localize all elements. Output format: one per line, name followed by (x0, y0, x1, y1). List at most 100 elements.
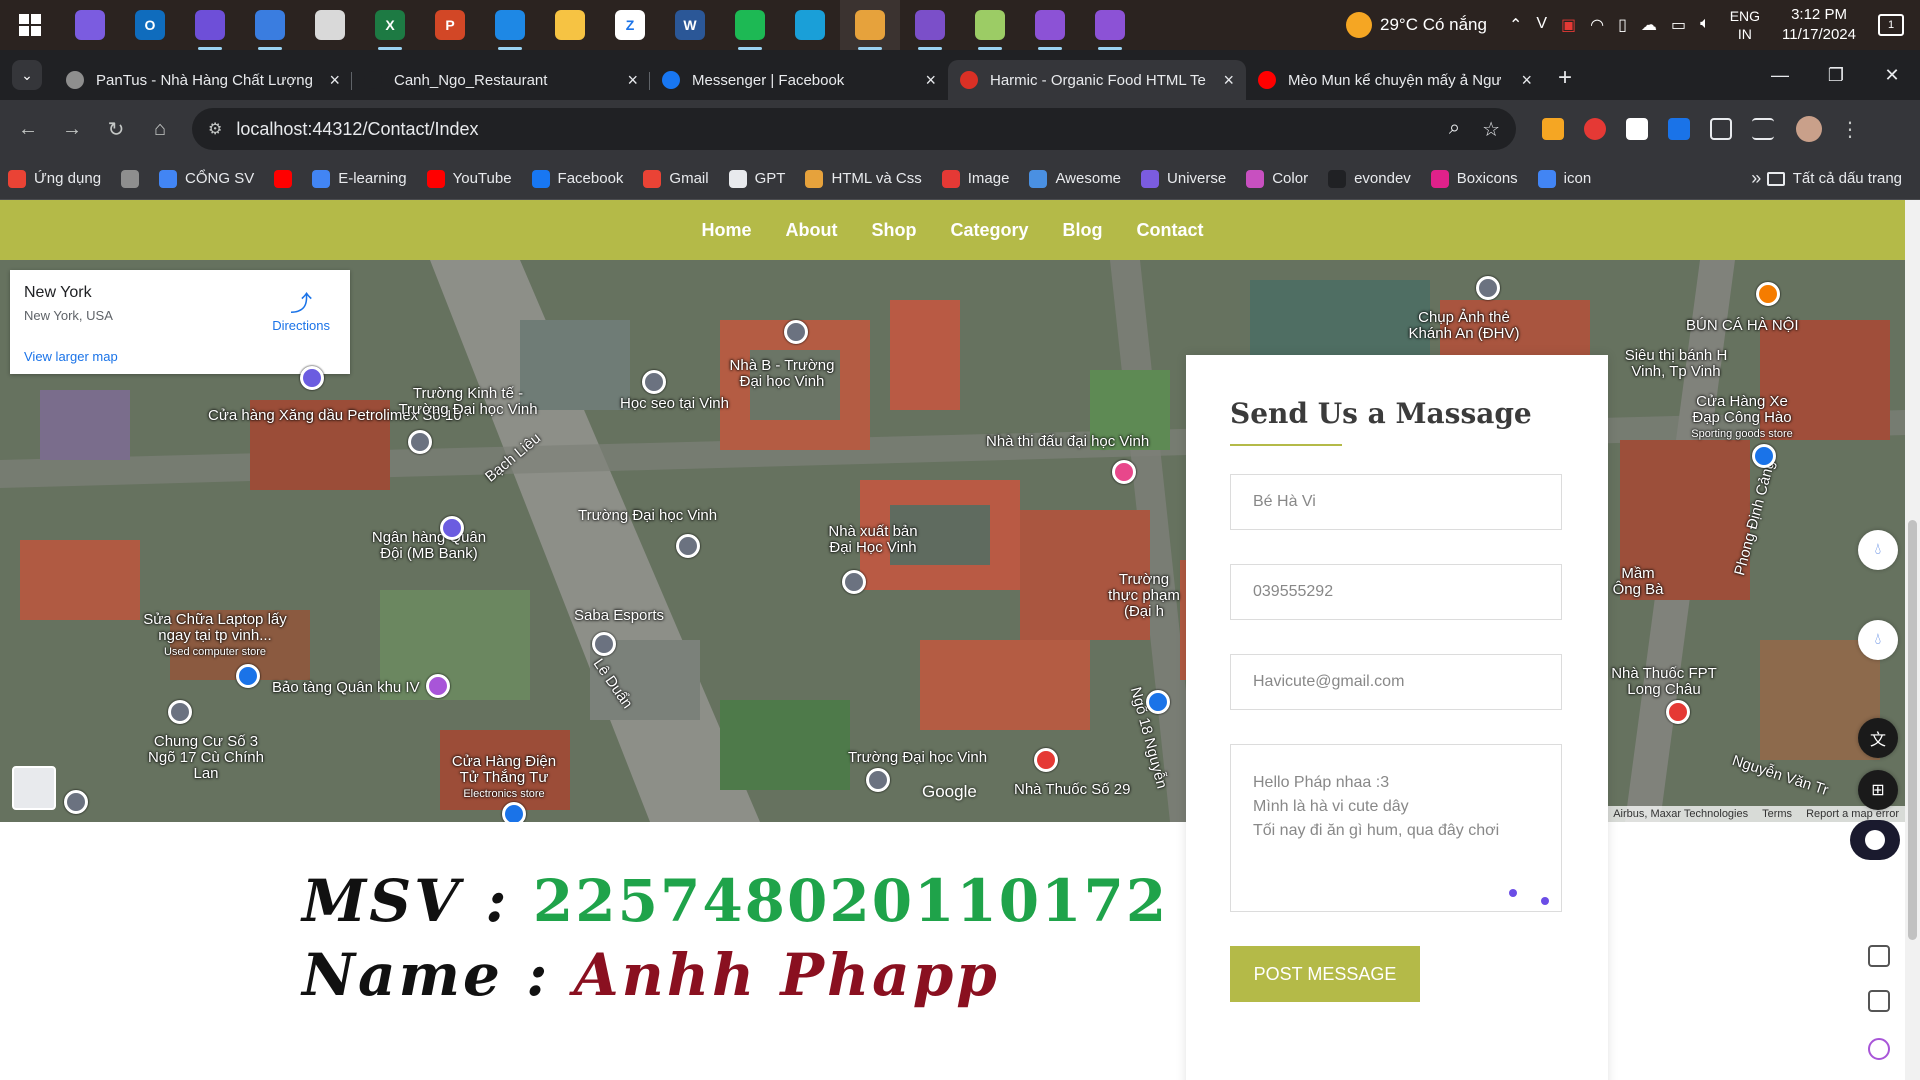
map-label[interactable]: Cửa Hàng Xe Đạp Công Hào Sporting goods s… (1682, 394, 1802, 442)
taskbar-app[interactable] (60, 0, 120, 50)
map-label[interactable]: Bảo tàng Quân khu IV (272, 680, 420, 696)
map-pin[interactable] (784, 320, 808, 344)
map-pin[interactable] (236, 664, 260, 688)
site-info-icon[interactable]: ⚙ (208, 119, 222, 139)
taskbar-app[interactable]: P (420, 0, 480, 50)
map-label[interactable]: BÚN CÁ HÀ NỘI (1686, 318, 1799, 334)
volume-icon[interactable]: 🔈︎ (1700, 15, 1710, 35)
map-terms-link[interactable]: Terms (1762, 808, 1792, 820)
translate-icon[interactable]: 文 (1858, 718, 1898, 758)
close-tab-icon[interactable]: × (329, 70, 340, 91)
map-report-link[interactable]: Report a map error (1806, 808, 1899, 820)
tab-search-button[interactable]: ⌄ (12, 60, 42, 90)
taskbar-app[interactable] (900, 0, 960, 50)
map-label[interactable]: Trường thực phạm (Đại h (1104, 572, 1184, 620)
map-pin[interactable] (1034, 748, 1058, 772)
map-pin[interactable] (502, 802, 526, 822)
zoom-icon[interactable]: ⌕ (1449, 117, 1460, 142)
taskbar-app[interactable] (1080, 0, 1140, 50)
taskbar-app[interactable] (840, 0, 900, 50)
map-label[interactable]: Học seo tại Vinh (620, 396, 729, 412)
map-pin[interactable] (592, 632, 616, 656)
browser-tab[interactable]: Messenger | Facebook × (650, 60, 948, 100)
pen-extension-icon[interactable] (1542, 118, 1564, 140)
bookmark-star-icon[interactable]: ☆ (1482, 117, 1500, 142)
forward-button[interactable]: → (50, 107, 94, 151)
wifi-icon[interactable]: ◠ (1590, 15, 1604, 35)
taskbar-app[interactable] (960, 0, 1020, 50)
map-label[interactable]: Nhà Thuốc FPT Long Châu (1604, 666, 1724, 698)
antivirus-icon[interactable]: ▣ (1561, 15, 1576, 35)
tray-icons[interactable]: ⌃ V ▣ ◠ ▯ ☁ ▭ 🔈︎ (1509, 15, 1710, 35)
clock[interactable]: 3:12 PM 11/17/2024 (1782, 5, 1856, 45)
battery-icon[interactable]: ▭ (1671, 15, 1686, 35)
map-label[interactable]: Nhà B - Trường Đại học Vinh (722, 358, 842, 390)
media-control-icon[interactable] (1752, 118, 1774, 140)
bookmark-item[interactable]: Color (1246, 169, 1308, 188)
map-pin[interactable] (1146, 690, 1170, 714)
cloud-icon[interactable]: ☁ (1641, 15, 1657, 35)
bookmark-item[interactable] (121, 169, 140, 188)
view-larger-map-link[interactable]: View larger map (24, 349, 118, 364)
bookmark-item[interactable]: Universe (1141, 169, 1226, 188)
nav-contact[interactable]: Contact (1137, 220, 1204, 241)
post-message-button[interactable]: POST MESSAGE (1230, 946, 1420, 1002)
map-pin[interactable] (1752, 444, 1776, 468)
name-field[interactable]: Bé Hà Vi (1230, 474, 1562, 530)
map-pin[interactable] (64, 790, 88, 814)
map-label[interactable]: Chung Cư Số 3 Ngõ 17 Cù Chính Lan (146, 734, 266, 782)
map-pin[interactable] (440, 516, 464, 540)
ai-brain-icon[interactable] (1868, 1038, 1890, 1060)
browser-menu-button[interactable]: ⋮ (1828, 107, 1872, 151)
bookmark-item[interactable]: Ứng dụng (8, 169, 101, 188)
puzzle-icon[interactable] (1710, 118, 1732, 140)
bookmark-item[interactable]: YouTube (426, 169, 512, 188)
weather-widget[interactable]: 29°C Có nắng (1345, 12, 1487, 38)
map-label[interactable]: Saba Esports (574, 608, 664, 624)
browser-tab[interactable]: Canh_Ngo_Restaurant × (352, 60, 650, 100)
map-label[interactable]: Siêu thị bánh H Vinh, Tp Vinh (1606, 348, 1746, 380)
water-reminder-icon[interactable]: 💧︎ (1858, 530, 1898, 570)
bookmark-item[interactable]: evondev (1328, 169, 1411, 188)
map-pin[interactable] (842, 570, 866, 594)
map-pin[interactable] (1112, 460, 1136, 484)
phone-field[interactable]: 039555292 (1230, 564, 1562, 620)
map-label[interactable]: Mầm Ông Bà (1608, 566, 1668, 598)
screenshot-translate-icon[interactable] (1868, 945, 1890, 967)
bookmark-item[interactable]: Facebook (531, 169, 623, 188)
address-bar[interactable]: ⚙ localhost:44312/Contact/Index ⌕ ☆ (192, 108, 1516, 150)
vector-icon[interactable]: V (1536, 15, 1547, 35)
taskbar-app[interactable] (720, 0, 780, 50)
scrollbar-thumb[interactable] (1908, 520, 1917, 940)
map-label[interactable]: Cửa Hàng Điện Tử Thắng Tư Electronics sto… (444, 754, 564, 802)
close-tab-icon[interactable]: × (925, 70, 936, 91)
map-label[interactable]: Trường Đại học Vinh (578, 508, 717, 524)
close-window-icon[interactable]: ✕ (1864, 50, 1920, 100)
map-label[interactable]: Ngân hàng Quân Đội (MB Bank) (364, 530, 494, 562)
map-pin[interactable] (168, 700, 192, 724)
map-pin[interactable] (300, 366, 324, 390)
nav-blog[interactable]: Blog (1063, 220, 1103, 241)
browser-tab[interactable]: Harmic - Organic Food HTML Te × (948, 60, 1246, 100)
language-indicator[interactable]: ENG IN (1730, 7, 1760, 43)
map-label[interactable]: Nhà thi đấu đại học Vinh (986, 434, 1149, 450)
notification-center-icon[interactable]: 1 (1878, 14, 1904, 36)
nav-about[interactable]: About (786, 220, 838, 241)
bookmark-item[interactable]: CỔNG SV (159, 169, 254, 188)
map-pin[interactable] (1476, 276, 1500, 300)
water-reminder-icon[interactable]: 💧︎ (1858, 620, 1898, 660)
page-scrollbar[interactable] (1905, 200, 1920, 1080)
taskbar-app[interactable] (780, 0, 840, 50)
map-label[interactable]: Trường Kinh tế - Trường Đại học Vinh (388, 386, 548, 418)
back-button[interactable]: ← (6, 107, 50, 151)
taskbar-app[interactable] (240, 0, 300, 50)
map-pin[interactable] (1756, 282, 1780, 306)
apps-grid-icon[interactable]: ⊞ (1858, 770, 1898, 810)
reload-button[interactable]: ↻ (94, 107, 138, 151)
taskbar-app[interactable]: W (660, 0, 720, 50)
nav-home[interactable]: Home (701, 220, 751, 241)
start-button[interactable] (0, 0, 60, 50)
assistant-widget[interactable] (1850, 820, 1900, 860)
bookmark-item[interactable]: GPT (728, 169, 785, 188)
map-pin[interactable] (426, 674, 450, 698)
